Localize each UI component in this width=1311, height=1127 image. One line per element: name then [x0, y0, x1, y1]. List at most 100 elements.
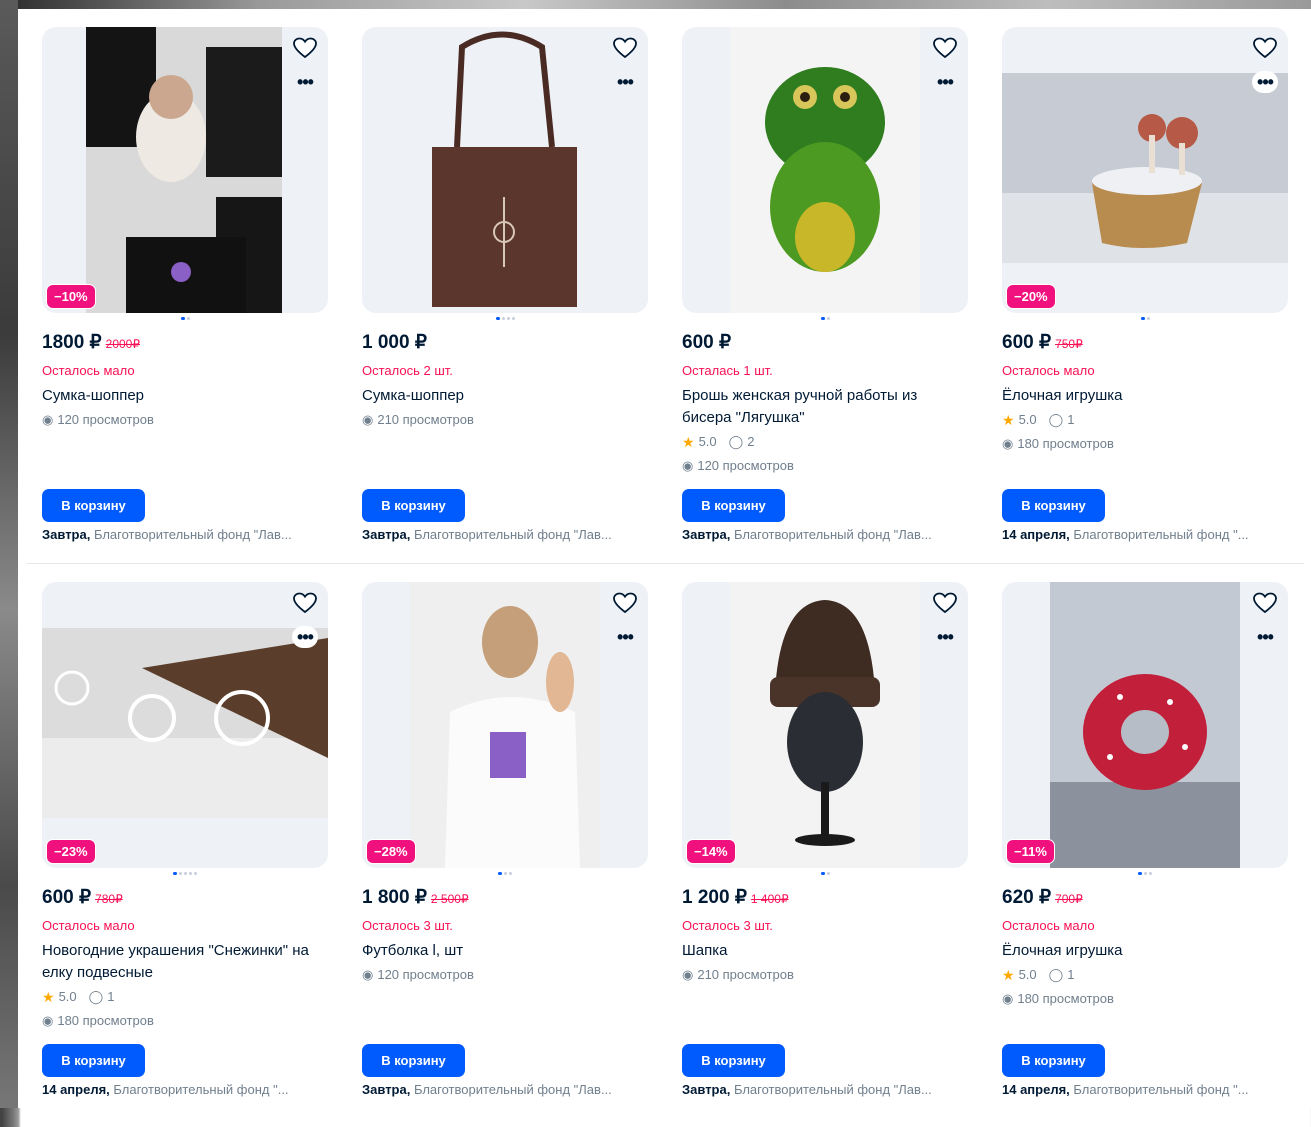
- product-title[interactable]: Сумка-шоппер: [362, 385, 650, 407]
- pager-dot[interactable]: [498, 872, 502, 875]
- product-card[interactable]: ••• −11% 620 ₽700₽ Осталось мало Ёлочная…: [1002, 582, 1290, 1127]
- add-to-cart-button[interactable]: В корзину: [682, 1044, 785, 1077]
- add-to-cart-button[interactable]: В корзину: [362, 1044, 465, 1077]
- product-card[interactable]: ••• 1 000 ₽ Осталось 2 шт. Сумка-шоппер …: [362, 27, 650, 572]
- add-to-cart-button[interactable]: В корзину: [42, 489, 145, 522]
- pager-dot[interactable]: [179, 872, 182, 875]
- pager-dot[interactable]: [173, 872, 177, 875]
- product-image[interactable]: •••: [682, 27, 968, 313]
- more-options-ellipsis-icon[interactable]: •••: [292, 71, 318, 93]
- product-title-block[interactable]: Сумка-шоппер ★◯ ◉210 просмотров: [362, 385, 650, 431]
- product-card[interactable]: ••• 600 ₽ Осталась 1 шт. Брошь женская р…: [682, 27, 970, 572]
- pager-dot[interactable]: [1140, 317, 1145, 320]
- pager-dot[interactable]: [1138, 872, 1142, 875]
- old-price: 700₽: [1055, 892, 1083, 906]
- favorite-heart-icon[interactable]: [292, 590, 318, 616]
- discount-badge: −11%: [1006, 839, 1055, 864]
- product-title[interactable]: Футболка l, шт: [362, 940, 650, 962]
- pager-dot[interactable]: [511, 317, 515, 320]
- product-title-block[interactable]: Новогодние украшения "Снежинки" на елку …: [42, 940, 330, 1032]
- image-pager-dots[interactable]: [1002, 317, 1288, 320]
- more-options-ellipsis-icon[interactable]: •••: [932, 71, 958, 93]
- pager-dot[interactable]: [826, 317, 830, 320]
- views-row: ◉ 120 просмотров: [682, 455, 970, 477]
- product-image[interactable]: ••• −14%: [682, 582, 968, 868]
- rating-row: ★ 5.0 ◯ 2: [682, 431, 970, 453]
- product-image[interactable]: •••: [362, 27, 648, 313]
- product-title-block[interactable]: Сумка-шоппер ★◯ ◉120 просмотров: [42, 385, 330, 431]
- more-options-ellipsis-icon[interactable]: •••: [612, 626, 638, 648]
- image-pager-dots[interactable]: [42, 317, 328, 320]
- product-image[interactable]: ••• −10%: [42, 27, 328, 313]
- product-card[interactable]: ••• −20% 600 ₽750₽ Осталось мало Ёлочная…: [1002, 27, 1290, 572]
- favorite-heart-icon[interactable]: [932, 35, 958, 61]
- product-title-block[interactable]: Ёлочная игрушка ★ 5.0 ◯ 1 ◉ 180 просмотров: [1002, 940, 1290, 1010]
- pager-dot[interactable]: [194, 872, 197, 875]
- add-to-cart-button[interactable]: В корзину: [682, 489, 785, 522]
- image-pager-dots[interactable]: [362, 872, 648, 875]
- pager-dot[interactable]: [1146, 317, 1150, 320]
- add-to-cart-button[interactable]: В корзину: [1002, 1044, 1105, 1077]
- star-icon: ★: [1002, 967, 1015, 983]
- product-title[interactable]: Брошь женская ручной работы из бисера "Л…: [682, 385, 970, 429]
- product-title[interactable]: Сумка-шоппер: [42, 385, 330, 407]
- favorite-heart-icon[interactable]: [612, 590, 638, 616]
- price: 600 ₽750₽: [1002, 332, 1083, 353]
- product-card[interactable]: ••• −10% 1800 ₽2000₽ Осталось мало Сумка…: [42, 27, 330, 572]
- product-card[interactable]: ••• −28% 1 800 ₽2 500₽ Осталось 3 шт. Фу…: [362, 582, 650, 1127]
- product-title-block[interactable]: Футболка l, шт ★◯ ◉120 просмотров: [362, 940, 650, 986]
- add-to-cart-button[interactable]: В корзину: [42, 1044, 145, 1077]
- pager-dot[interactable]: [509, 872, 512, 875]
- product-title-block[interactable]: Брошь женская ручной работы из бисера "Л…: [682, 385, 970, 477]
- eye-icon: ◉: [682, 967, 694, 982]
- more-options-ellipsis-icon[interactable]: •••: [1252, 626, 1278, 648]
- product-title[interactable]: Ёлочная игрушка: [1002, 940, 1290, 962]
- product-title-block[interactable]: Шапка ★◯ ◉210 просмотров: [682, 940, 970, 986]
- pager-dot[interactable]: [1144, 872, 1147, 875]
- window-left-edge: [0, 0, 18, 1108]
- image-pager-dots[interactable]: [362, 317, 648, 320]
- pager-dot[interactable]: [189, 872, 192, 875]
- pager-dot[interactable]: [180, 317, 185, 320]
- price: 1800 ₽2000₽: [42, 332, 140, 353]
- favorite-heart-icon[interactable]: [1252, 35, 1278, 61]
- product-title-block[interactable]: Ёлочная игрушка ★ 5.0 ◯ 1 ◉ 180 просмотров: [1002, 385, 1290, 455]
- pager-dot[interactable]: [501, 317, 505, 320]
- product-photo: [86, 27, 282, 313]
- pager-dot[interactable]: [826, 872, 830, 875]
- product-title[interactable]: Шапка: [682, 940, 970, 962]
- product-card[interactable]: ••• −23% 600 ₽780₽ Осталось мало Новогод…: [42, 582, 330, 1127]
- more-options-ellipsis-icon[interactable]: •••: [292, 626, 318, 648]
- add-to-cart-button[interactable]: В корзину: [1002, 489, 1105, 522]
- favorite-heart-icon[interactable]: [292, 35, 318, 61]
- pager-dot[interactable]: [186, 317, 190, 320]
- pager-dot[interactable]: [506, 317, 510, 320]
- pager-dot[interactable]: [495, 317, 500, 320]
- favorite-heart-icon[interactable]: [932, 590, 958, 616]
- product-image[interactable]: ••• −20%: [1002, 27, 1288, 313]
- more-options-ellipsis-icon[interactable]: •••: [1252, 71, 1278, 93]
- product-title[interactable]: Новогодние украшения "Снежинки" на елку …: [42, 940, 330, 984]
- image-pager-dots[interactable]: [682, 317, 968, 320]
- product-image[interactable]: ••• −11%: [1002, 582, 1288, 868]
- more-options-ellipsis-icon[interactable]: •••: [612, 71, 638, 93]
- pager-dot[interactable]: [1149, 872, 1152, 875]
- pager-dot[interactable]: [820, 872, 825, 875]
- product-image[interactable]: ••• −28%: [362, 582, 648, 868]
- product-title[interactable]: Ёлочная игрушка: [1002, 385, 1290, 407]
- stock-status: Осталось 3 шт.: [362, 918, 453, 933]
- product-image[interactable]: ••• −23%: [42, 582, 328, 868]
- image-pager-dots[interactable]: [42, 872, 328, 875]
- more-options-ellipsis-icon[interactable]: •••: [932, 626, 958, 648]
- favorite-heart-icon[interactable]: [1252, 590, 1278, 616]
- image-pager-dots[interactable]: [682, 872, 968, 875]
- discount-badge: −23%: [46, 839, 96, 864]
- add-to-cart-button[interactable]: В корзину: [362, 489, 465, 522]
- product-card[interactable]: ••• −14% 1 200 ₽1 400₽ Осталось 3 шт. Ша…: [682, 582, 970, 1127]
- pager-dot[interactable]: [504, 872, 507, 875]
- pager-dot[interactable]: [820, 317, 825, 320]
- image-pager-dots[interactable]: [1002, 872, 1288, 875]
- pager-dot[interactable]: [184, 872, 187, 875]
- discount-badge: −28%: [366, 839, 416, 864]
- favorite-heart-icon[interactable]: [612, 35, 638, 61]
